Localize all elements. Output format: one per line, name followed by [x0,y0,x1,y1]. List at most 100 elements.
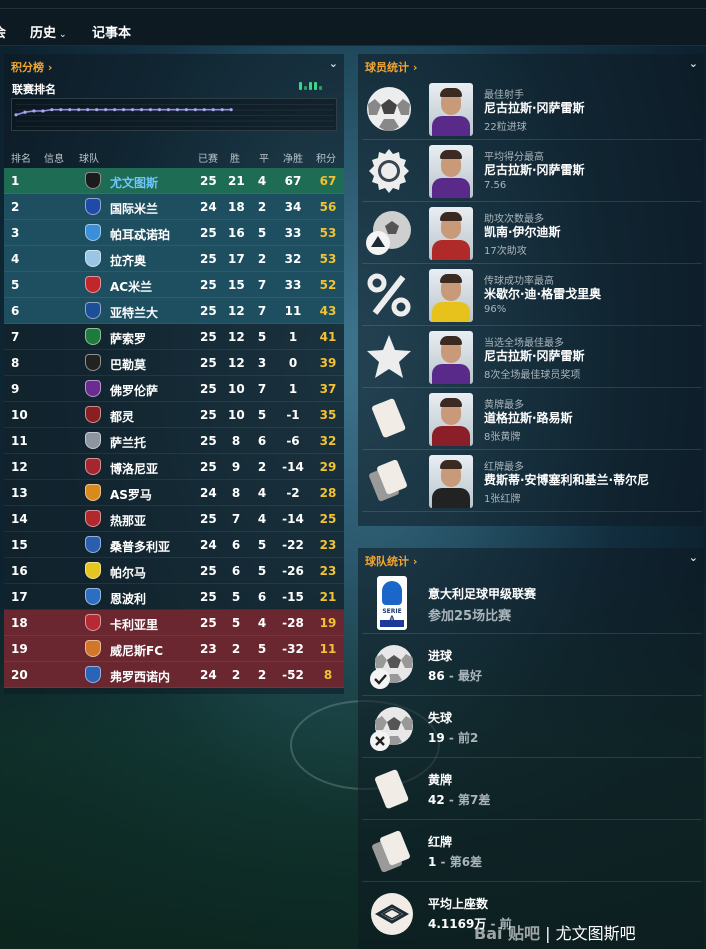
team-name[interactable]: 尤文图斯 [110,174,158,191]
table-row[interactable]: 20 弗罗西诺内 24 2 2 -52 8 [4,662,344,688]
player-stat-row[interactable]: 黄牌最多 道格拉斯·路易斯 8张黄牌 [362,388,702,450]
goal-diff-cell: -28 [282,616,304,630]
rank-cell: 4 [11,252,20,266]
team-name[interactable]: 卡利亚里 [110,616,158,633]
nav-item-history[interactable]: 历史 ⌄ [30,22,67,41]
table-row[interactable]: 14 热那亚 25 7 4 -14 25 [4,506,344,532]
col-header-pos[interactable]: 排名 [11,150,31,165]
player-name[interactable]: 凯南·伊尔迪斯 [484,223,561,240]
col-header-drawn[interactable]: 平 [259,150,269,165]
points-cell: 52 [319,278,337,292]
collapse-chevron-icon[interactable]: ⌄ [329,57,338,70]
team-name[interactable]: AS罗马 [110,486,152,503]
team-name[interactable]: 亚特兰大 [110,304,158,321]
player-stats-title[interactable]: 球员统计 › [365,59,417,75]
player-stats-header[interactable]: 球员统计 › ⌄ [358,54,704,76]
table-row[interactable]: 8 巴勒莫 25 12 3 0 39 [4,350,344,376]
table-row[interactable]: 1 尤文图斯 25 21 4 67 67 [4,168,344,194]
team-stats-title[interactable]: 球队统计 › [365,553,417,569]
table-row[interactable]: 13 AS罗马 24 8 4 -2 28 [4,480,344,506]
red-rank: - 第6差 [436,855,483,869]
team-name[interactable]: 拉齐奥 [110,252,146,269]
player-name[interactable]: 道格拉斯·路易斯 [484,409,573,426]
rank-point [32,109,36,113]
team-name[interactable]: 博洛尼亚 [110,460,158,477]
player-stat-row[interactable]: 当选全场最佳最多 尼古拉斯·冈萨雷斯 8次全场最佳球员奖项 [362,326,702,388]
player-stat-row[interactable]: 最佳射手 尼古拉斯·冈萨雷斯 22粒进球 [362,78,702,140]
standings-title[interactable]: 积分榜 › [11,59,52,75]
table-row[interactable]: 3 帕耳忒诺珀 25 16 5 33 53 [4,220,344,246]
table-row[interactable]: 15 桑普多利亚 24 6 5 -22 23 [4,532,344,558]
player-photo[interactable] [429,455,473,508]
table-row[interactable]: 16 帕尔马 25 6 5 -26 23 [4,558,344,584]
player-photo[interactable] [429,269,473,322]
collapse-chevron-icon[interactable]: ⌄ [689,57,698,70]
table-row[interactable]: 5 AC米兰 25 15 7 33 52 [4,272,344,298]
col-header-played[interactable]: 已赛 [198,150,218,165]
table-row[interactable]: 12 博洛尼亚 25 9 2 -14 29 [4,454,344,480]
points-cell: 43 [319,304,337,318]
team-stats-header[interactable]: 球队统计 › ⌄ [358,548,704,570]
player-name[interactable]: 尼古拉斯·冈萨雷斯 [484,99,585,116]
team-name[interactable]: 都灵 [110,408,134,425]
star-icon [365,333,413,381]
col-header-pts[interactable]: 积分 [316,150,336,165]
team-name[interactable]: 桑普多利亚 [110,538,170,555]
team-stat-conceded[interactable]: 失球 19 - 前2 [362,696,702,758]
team-name[interactable]: 弗罗西诺内 [110,668,170,685]
nav-item-notebook[interactable]: 记事本 [92,22,131,41]
points-cell: 8 [323,668,333,682]
player-photo[interactable] [429,393,473,446]
standings-header[interactable]: 积分榜 › ⌄ [4,54,344,76]
team-name[interactable]: 威尼斯FC [110,642,163,659]
team-name[interactable]: 恩波利 [110,590,146,607]
player-photo[interactable] [429,331,473,384]
player-name[interactable]: 尼古拉斯·冈萨雷斯 [484,347,585,364]
team-name[interactable]: 巴勒莫 [110,356,146,373]
team-name[interactable]: AC米兰 [110,278,152,295]
team-crest-icon [85,458,101,475]
player-photo[interactable] [429,207,473,260]
table-row[interactable]: 10 都灵 25 10 5 -1 35 [4,402,344,428]
table-row[interactable]: 6 亚特兰大 25 12 7 11 43 [4,298,344,324]
player-name[interactable]: 费斯蒂·安博塞利和基兰·蒂尔尼 [484,471,649,488]
col-header-gd[interactable]: 净胜 [283,150,303,165]
team-name[interactable]: 帕耳忒诺珀 [110,226,170,243]
player-stat-row[interactable]: 助攻次数最多 凯南·伊尔迪斯 17次助攻 [362,202,702,264]
player-stat-row[interactable]: 平均得分最高 尼古拉斯·冈萨雷斯 7.56 [362,140,702,202]
table-row[interactable]: 18 卡利亚里 25 5 4 -28 19 [4,610,344,636]
team-name[interactable]: 佛罗伦萨 [110,382,158,399]
won-cell: 6 [231,538,241,552]
player-name[interactable]: 尼古拉斯·冈萨雷斯 [484,161,585,178]
team-name[interactable]: 萨索罗 [110,330,146,347]
table-row[interactable]: 17 恩波利 25 5 6 -15 21 [4,584,344,610]
won-cell: 8 [231,434,241,448]
col-header-won[interactable]: 胜 [230,150,240,165]
col-header-team[interactable]: 球队 [79,150,99,165]
team-stat-red[interactable]: 红牌 1 - 第6差 [362,820,702,882]
rank-point [211,108,215,112]
player-photo[interactable] [429,83,473,136]
table-row[interactable]: 2 国际米兰 24 18 2 34 56 [4,194,344,220]
player-photo[interactable] [429,145,473,198]
team-name[interactable]: 帕尔马 [110,564,146,581]
table-row[interactable]: 4 拉齐奥 25 17 2 32 53 [4,246,344,272]
collapse-chevron-icon[interactable]: ⌄ [689,551,698,564]
team-stat-league[interactable]: SERIE A 意大利足球甲级联赛 参加25场比赛 [362,572,702,634]
col-header-info[interactable]: 信息 [44,150,64,165]
player-name[interactable]: 米歇尔·迪·格雷戈里奥 [484,285,601,302]
team-name[interactable]: 国际米兰 [110,200,158,217]
nav-item-cut[interactable]: 会 [0,22,6,41]
player-stat-row[interactable]: 传球成功率最高 米歇尔·迪·格雷戈里奥 96% [362,264,702,326]
table-row[interactable]: 9 佛罗伦萨 25 10 7 1 37 [4,376,344,402]
table-row[interactable]: 19 威尼斯FC 23 2 5 -32 11 [4,636,344,662]
team-stat-goals[interactable]: 进球 86 - 最好 [362,634,702,696]
team-name[interactable]: 热那亚 [110,512,146,529]
played-cell: 24 [200,668,217,682]
team-name[interactable]: 萨兰托 [110,434,146,451]
team-stat-yellow[interactable]: 黄牌 42 - 第7差 [362,758,702,820]
player-stat-row[interactable]: 红牌最多 费斯蒂·安博塞利和基兰·蒂尔尼 1张红牌 [362,450,702,512]
played-cell: 25 [200,226,217,240]
table-row[interactable]: 7 萨索罗 25 12 5 1 41 [4,324,344,350]
table-row[interactable]: 11 萨兰托 25 8 6 -6 32 [4,428,344,454]
